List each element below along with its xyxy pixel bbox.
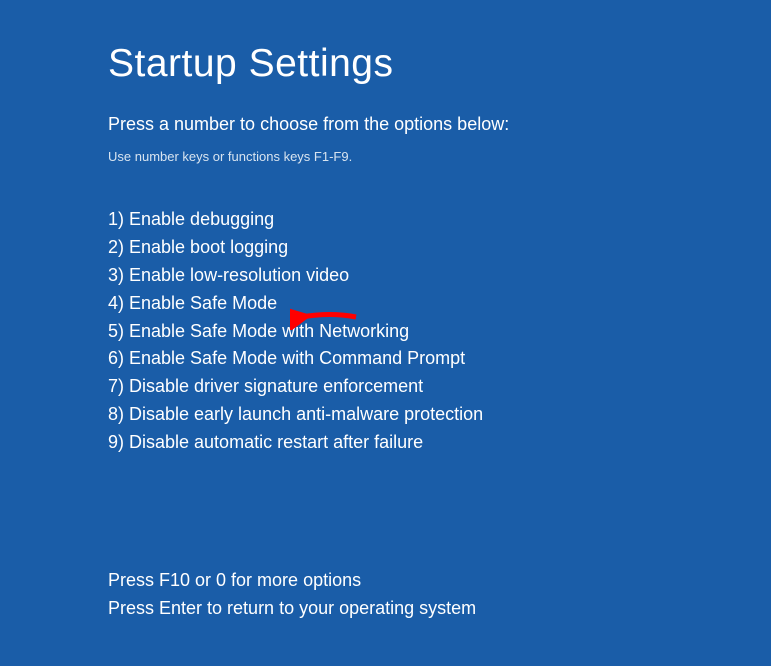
option-9[interactable]: 9) Disable automatic restart after failu… (108, 429, 771, 457)
option-label: 9) Disable automatic restart after failu… (108, 432, 423, 452)
option-7[interactable]: 7) Disable driver signature enforcement (108, 373, 771, 401)
option-8[interactable]: 8) Disable early launch anti-malware pro… (108, 401, 771, 429)
option-4[interactable]: 4) Enable Safe Mode (108, 290, 771, 318)
option-label: 8) Disable early launch anti-malware pro… (108, 404, 483, 424)
option-6[interactable]: 6) Enable Safe Mode with Command Prompt (108, 345, 771, 373)
option-label: 1) Enable debugging (108, 209, 274, 229)
option-5[interactable]: 5) Enable Safe Mode with Networking (108, 318, 771, 346)
footer-return: Press Enter to return to your operating … (108, 595, 771, 623)
startup-settings-screen: Startup Settings Press a number to choos… (0, 0, 771, 623)
option-label: 3) Enable low-resolution video (108, 265, 349, 285)
footer-more-options: Press F10 or 0 for more options (108, 567, 771, 595)
startup-options-list: 1) Enable debugging 2) Enable boot loggi… (108, 206, 771, 457)
option-label: 7) Disable driver signature enforcement (108, 376, 423, 396)
option-2[interactable]: 2) Enable boot logging (108, 234, 771, 262)
option-1[interactable]: 1) Enable debugging (108, 206, 771, 234)
option-label: 4) Enable Safe Mode (108, 293, 277, 313)
footer-instructions: Press F10 or 0 for more options Press En… (108, 567, 771, 623)
option-label: 2) Enable boot logging (108, 237, 288, 257)
option-label: 5) Enable Safe Mode with Networking (108, 321, 409, 341)
option-3[interactable]: 3) Enable low-resolution video (108, 262, 771, 290)
instruction-text: Press a number to choose from the option… (108, 114, 771, 135)
page-title: Startup Settings (108, 42, 771, 86)
option-label: 6) Enable Safe Mode with Command Prompt (108, 348, 465, 368)
subinstruction-text: Use number keys or functions keys F1-F9. (108, 149, 771, 164)
